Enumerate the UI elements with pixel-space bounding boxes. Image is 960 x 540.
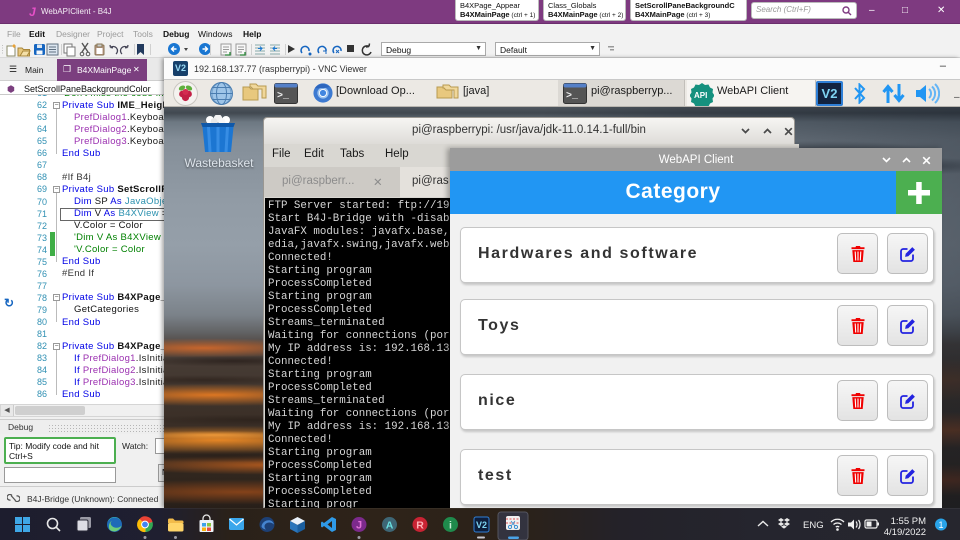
svg-text:4/19/2022: 4/19/2022: [884, 527, 926, 538]
svg-text:ENG: ENG: [803, 520, 824, 531]
svg-text:R: R: [416, 520, 424, 532]
svg-text:A: A: [386, 520, 394, 532]
svg-text:API: API: [694, 91, 707, 100]
svg-text:1: 1: [938, 520, 943, 530]
svg-text:i: i: [449, 520, 452, 532]
svg-text:J: J: [356, 520, 362, 532]
svg-text:1:55 PM: 1:55 PM: [891, 516, 926, 527]
svg-text:V2: V2: [476, 520, 487, 530]
svg-text:>_: >_: [566, 91, 579, 102]
